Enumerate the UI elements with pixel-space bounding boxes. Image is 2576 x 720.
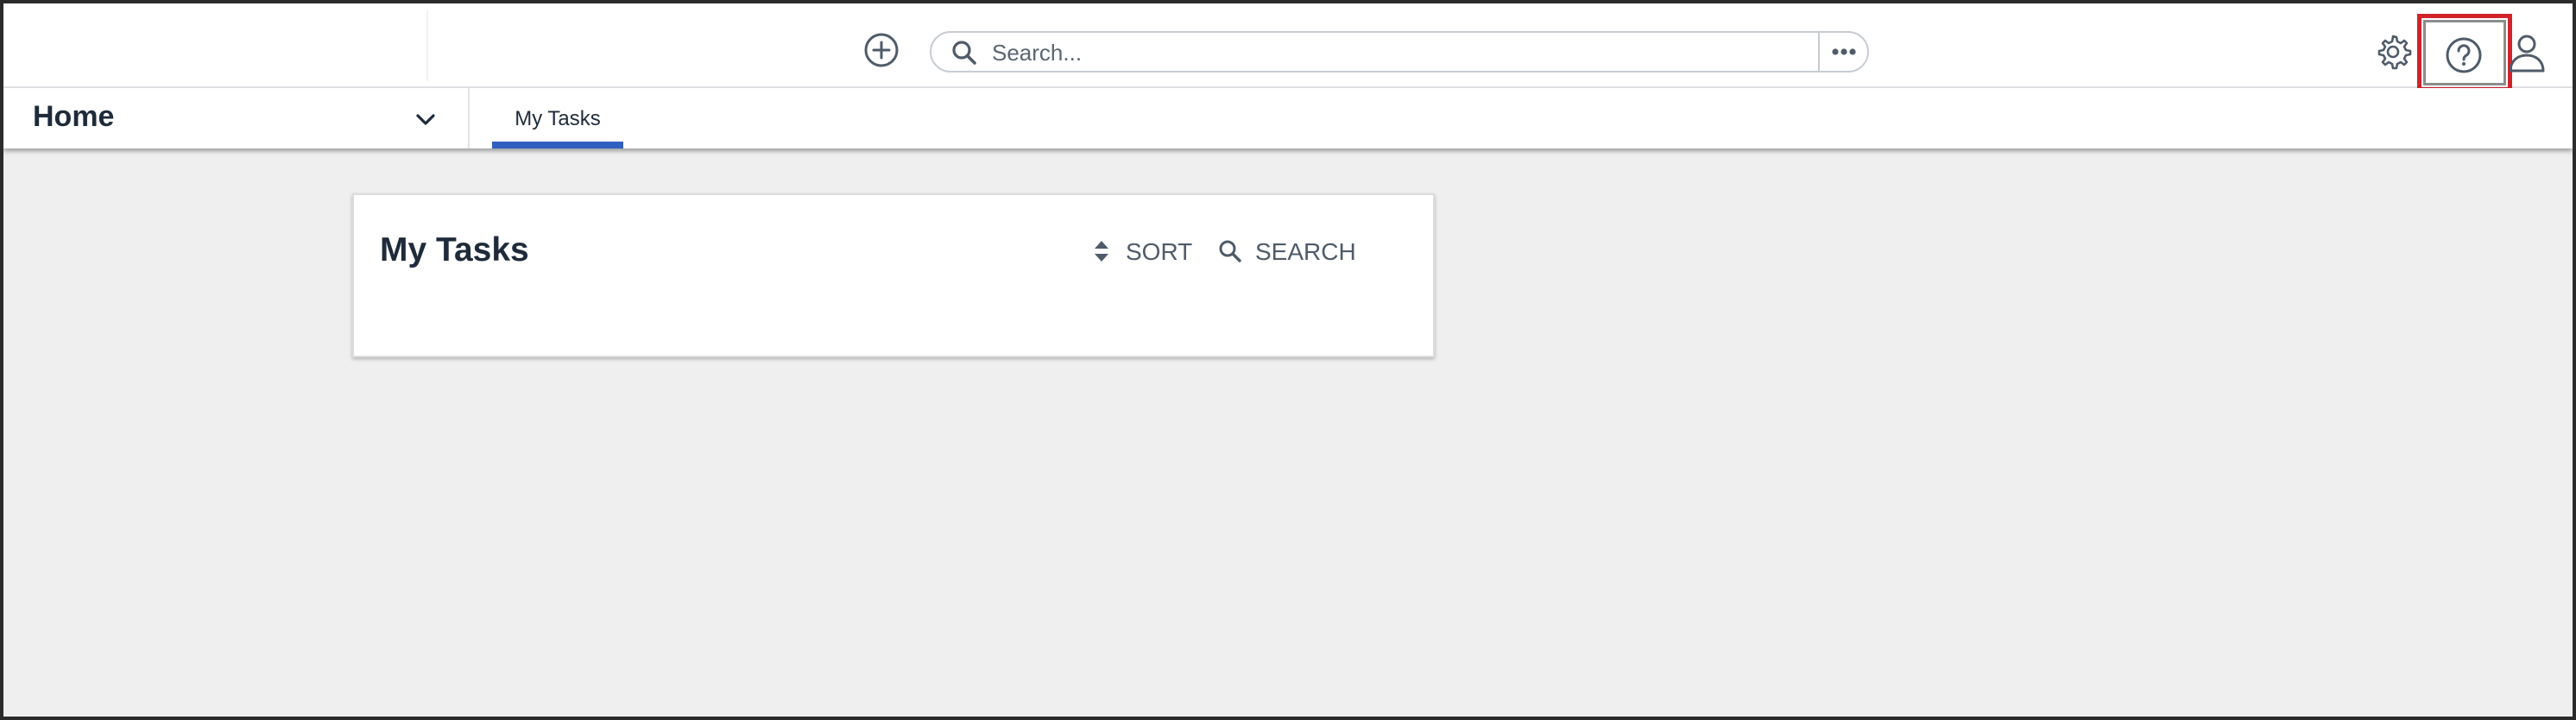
my-tasks-card: My Tasks SORT SEARCH	[352, 193, 1435, 357]
search-icon	[952, 41, 976, 65]
search-input[interactable]	[992, 38, 1821, 67]
search-divider	[1818, 33, 1820, 71]
search-options-button[interactable]	[1821, 33, 1867, 71]
sort-icon	[1095, 241, 1108, 262]
plus-circle-icon	[864, 33, 899, 67]
gear-icon	[2377, 35, 2412, 70]
profile-button[interactable]	[2505, 33, 2548, 76]
logo-area	[3, 3, 426, 86]
workspace-dropdown[interactable]: Home	[3, 88, 466, 148]
settings-button[interactable]	[2374, 33, 2412, 71]
app-window: Home My Tasks My Tasks SORT SEARCH	[0, 0, 2576, 720]
search-label: SEARCH	[1255, 238, 1356, 265]
help-button[interactable]	[2417, 14, 2512, 92]
card-title: My Tasks	[380, 231, 529, 268]
nav-divider	[468, 88, 470, 148]
global-search-box[interactable]	[930, 31, 1869, 73]
logo-divider	[426, 10, 428, 81]
search-icon	[1219, 240, 1241, 262]
question-circle-icon	[2446, 37, 2482, 73]
tab-label: My Tasks	[515, 107, 601, 130]
top-bar	[3, 3, 2573, 92]
workspace-nav-bar: Home My Tasks	[3, 88, 2573, 148]
user-icon	[2509, 35, 2545, 73]
ellipsis-icon	[1832, 48, 1856, 55]
active-tab-indicator	[492, 142, 623, 148]
chevron-down-icon	[416, 114, 435, 125]
sort-label: SORT	[1126, 238, 1193, 265]
tab-my-tasks[interactable]: My Tasks	[492, 88, 623, 148]
create-button[interactable]	[863, 32, 900, 68]
workspace-label: Home	[33, 100, 115, 133]
